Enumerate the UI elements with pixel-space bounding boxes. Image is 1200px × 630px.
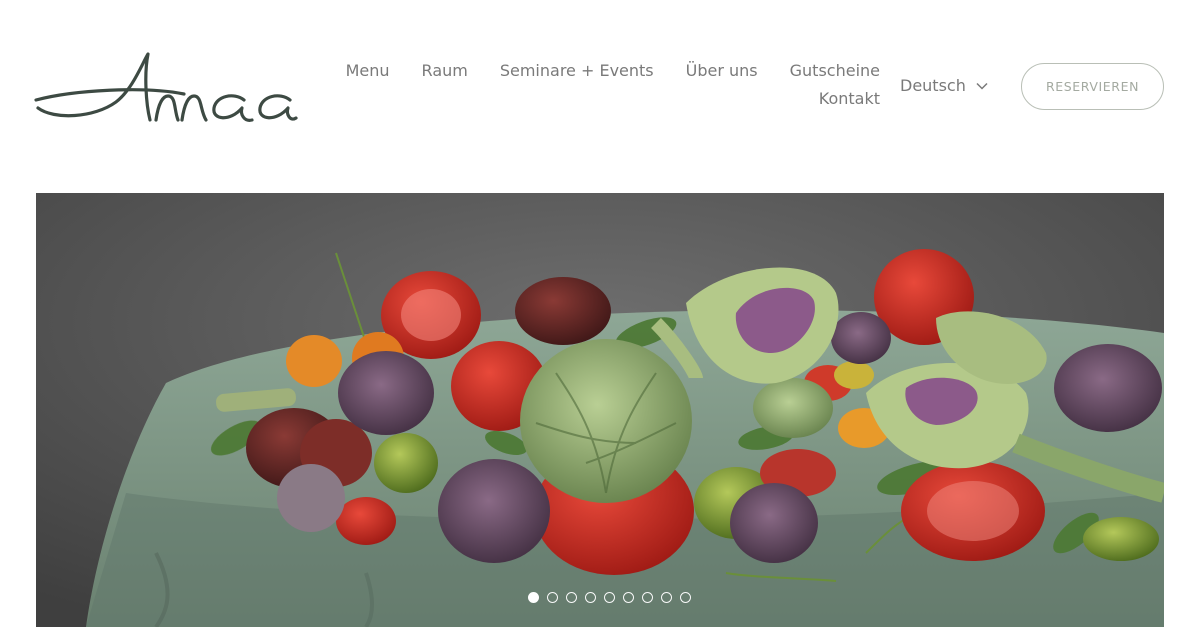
slider-dot-6[interactable] bbox=[622, 592, 634, 603]
nav-item-raum[interactable]: Raum bbox=[422, 60, 468, 82]
chevron-down-icon bbox=[976, 82, 988, 90]
language-label: Deutsch bbox=[900, 76, 966, 95]
reserve-button[interactable]: RESERVIEREN bbox=[1021, 63, 1164, 110]
slider-dot-7[interactable] bbox=[641, 592, 653, 603]
anna-logo[interactable] bbox=[34, 44, 299, 129]
main-navigation: Menu Raum Seminare + Events Über uns Gut… bbox=[320, 60, 880, 110]
slider-dot-4[interactable] bbox=[584, 592, 596, 603]
hero-slider[interactable] bbox=[36, 193, 1164, 627]
site-header: Menu Raum Seminare + Events Über uns Gut… bbox=[0, 0, 1200, 193]
slider-dot-1[interactable] bbox=[527, 592, 539, 603]
language-selector[interactable]: Deutsch bbox=[900, 76, 988, 95]
slider-pagination bbox=[36, 592, 1164, 603]
nav-item-seminare-events[interactable]: Seminare + Events bbox=[500, 60, 654, 82]
slider-dot-9[interactable] bbox=[679, 592, 691, 603]
nav-item-kontakt[interactable]: Kontakt bbox=[819, 88, 880, 110]
nav-row-primary: Menu Raum Seminare + Events Über uns Gut… bbox=[320, 60, 880, 82]
slider-dot-2[interactable] bbox=[546, 592, 558, 603]
vegetable-still-life-photo bbox=[36, 193, 1164, 627]
slider-dot-3[interactable] bbox=[565, 592, 577, 603]
nav-item-ueber-uns[interactable]: Über uns bbox=[686, 60, 758, 82]
slider-dot-8[interactable] bbox=[660, 592, 672, 603]
logo-script-graphic bbox=[34, 52, 298, 122]
nav-item-gutscheine[interactable]: Gutscheine bbox=[790, 60, 880, 82]
nav-item-menu[interactable]: Menu bbox=[346, 60, 390, 82]
nav-row-secondary: Kontakt bbox=[320, 88, 880, 110]
slider-dot-5[interactable] bbox=[603, 592, 615, 603]
